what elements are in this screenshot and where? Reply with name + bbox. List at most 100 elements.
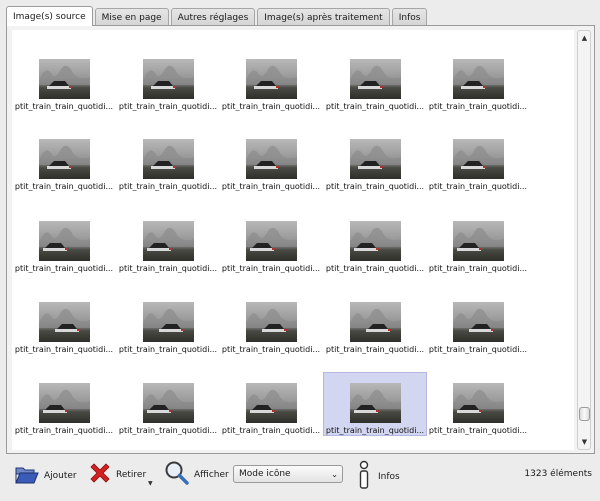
thumbnail-image [245,383,297,423]
thumbnail-item[interactable]: ptit_train_train_quotidi... [323,48,427,112]
thumbnail-item[interactable]: ptit_train_train_quotidi... [323,291,427,355]
tab-image-source[interactable]: Image(s) source [6,6,93,26]
thumbnail-image [245,139,297,179]
thumbnail-item[interactable]: ptit_train_train_quotidi... [116,128,220,192]
thumbnail-image [38,59,90,99]
thumbnail-item[interactable]: ptit_train_train_quotidi... [323,210,427,274]
thumbnail-image [349,302,401,342]
tab-infos[interactable]: Infos [391,8,428,26]
thumbnail-item[interactable]: ptit_train_train_quotidi... [219,210,323,274]
info-button[interactable]: Infos [356,460,400,493]
thumbnail-item[interactable]: ptit_train_train_quotidi... [426,128,530,192]
thumbnail-image [245,59,297,99]
scrollbar-thumb[interactable] [579,407,590,421]
remove-button-label: Retirer [116,469,147,480]
thumbnail-image [245,302,297,342]
scroll-up-button[interactable]: ▲ [579,32,590,44]
thumbnail-image [349,383,401,423]
thumbnail-caption: ptit_train_train_quotidi... [221,264,321,273]
thumbnail-item[interactable]: ptit_train_train_quotidi... [426,48,530,112]
thumbnail-caption: ptit_train_train_quotidi... [221,426,321,435]
thumbnail-caption: ptit_train_train_quotidi... [428,182,528,191]
thumbnail-item[interactable]: ptit_train_train_quotidi... [116,372,220,436]
tab-mise-en-page[interactable]: Mise en page [94,8,169,26]
thumbnail-item[interactable]: ptit_train_train_quotidi... [426,291,530,355]
remove-button[interactable]: Retirer [88,461,146,488]
thumbnail-caption: ptit_train_train_quotidi... [118,264,218,273]
thumbnail-item[interactable]: ptit_train_train_quotidi... [116,291,220,355]
thumbnail-image [142,139,194,179]
red-x-icon [88,461,112,488]
thumbnail-caption: ptit_train_train_quotidi... [428,345,528,354]
thumbnail-caption: ptit_train_train_quotidi... [118,182,218,191]
info-icon [356,460,372,493]
tab-autres-reglages[interactable]: Autres réglages [170,8,256,26]
thumbnail-item[interactable]: ptit_train_train_quotidi... [12,210,116,274]
thumbnail-caption: ptit_train_train_quotidi... [14,264,114,273]
thumbnail-caption: ptit_train_train_quotidi... [14,426,114,435]
thumbnail-item[interactable]: ptit_train_train_quotidi... [219,128,323,192]
thumbnail-image [142,383,194,423]
thumbnail-item[interactable]: ptit_train_train_quotidi... [219,291,323,355]
view-button-label: Afficher [194,469,229,480]
chevron-down-icon: ⌄ [331,469,338,479]
source-images-panel: ptit_train_train_quotidi... ptit_train_tr… [6,25,595,454]
thumbnail-image [38,302,90,342]
view-mode-value: Mode icône [239,469,291,479]
thumbnail-caption: ptit_train_train_quotidi... [325,264,425,273]
thumbnail-image [349,221,401,261]
thumbnail-item[interactable]: ptit_train_train_quotidi... [12,48,116,112]
thumbnail-image [452,221,504,261]
thumbnail-caption: ptit_train_train_quotidi... [14,345,114,354]
thumbnail-image [142,59,194,99]
thumbnail-caption: ptit_train_train_quotidi... [118,426,218,435]
magnifier-icon [164,460,190,489]
bottom-toolbar: Ajouter Retirer ▼ Afficher Mode icône ⌄ [0,456,600,501]
remove-menu-arrow-icon[interactable]: ▼ [148,480,153,487]
thumbnail-image [349,59,401,99]
view-mode-select[interactable]: Mode icône ⌄ [233,465,343,483]
thumbnail-caption: ptit_train_train_quotidi... [221,182,321,191]
thumbnail-caption: ptit_train_train_quotidi... [325,345,425,354]
thumbnail-caption: ptit_train_train_quotidi... [14,182,114,191]
scroll-down-button[interactable]: ▼ [579,436,590,448]
thumbnail-caption: ptit_train_train_quotidi... [325,102,425,111]
thumbnail-item[interactable]: ptit_train_train_quotidi... [116,48,220,112]
thumbnail-image [452,302,504,342]
vertical-scrollbar[interactable]: ▲ ▼ [577,30,591,450]
item-count: 1323 éléments [524,469,592,479]
thumbnail-item[interactable]: ptit_train_train_quotidi... [116,210,220,274]
thumbnail-caption: ptit_train_train_quotidi... [428,102,528,111]
thumbnail-caption: ptit_train_train_quotidi... [428,426,528,435]
view-button[interactable]: Afficher [164,460,229,489]
add-button[interactable]: Ajouter [14,462,77,489]
thumbnail-image [142,221,194,261]
thumbnail-image [38,383,90,423]
thumbnail-caption: ptit_train_train_quotidi... [118,345,218,354]
thumbnail-caption: ptit_train_train_quotidi... [14,102,114,111]
thumbnail-caption: ptit_train_train_quotidi... [221,345,321,354]
thumbnail-caption: ptit_train_train_quotidi... [325,426,425,435]
thumbnail-caption: ptit_train_train_quotidi... [325,182,425,191]
thumbnail-item[interactable]: ptit_train_train_quotidi... [219,48,323,112]
info-button-label: Infos [378,471,400,482]
thumbnail-view[interactable]: ptit_train_train_quotidi... ptit_train_tr… [12,30,574,450]
thumbnail-image [245,221,297,261]
thumbnail-item[interactable]: ptit_train_train_quotidi... [323,372,427,436]
thumbnail-item[interactable]: ptit_train_train_quotidi... [426,372,530,436]
tab-bar: Image(s) source Mise en page Autres régl… [6,6,429,26]
thumbnail-image [38,221,90,261]
thumbnail-caption: ptit_train_train_quotidi... [221,102,321,111]
thumbnail-image [38,139,90,179]
thumbnail-item[interactable]: ptit_train_train_quotidi... [12,372,116,436]
thumbnail-item[interactable]: ptit_train_train_quotidi... [219,372,323,436]
folder-open-icon [14,462,40,489]
thumbnail-item[interactable]: ptit_train_train_quotidi... [12,128,116,192]
thumbnail-image [142,302,194,342]
thumbnail-item[interactable]: ptit_train_train_quotidi... [426,210,530,274]
thumbnail-caption: ptit_train_train_quotidi... [428,264,528,273]
thumbnail-item[interactable]: ptit_train_train_quotidi... [12,291,116,355]
thumbnail-item[interactable]: ptit_train_train_quotidi... [323,128,427,192]
tab-image-apres-traitement[interactable]: Image(s) après traitement [257,8,390,26]
add-button-label: Ajouter [44,470,77,481]
